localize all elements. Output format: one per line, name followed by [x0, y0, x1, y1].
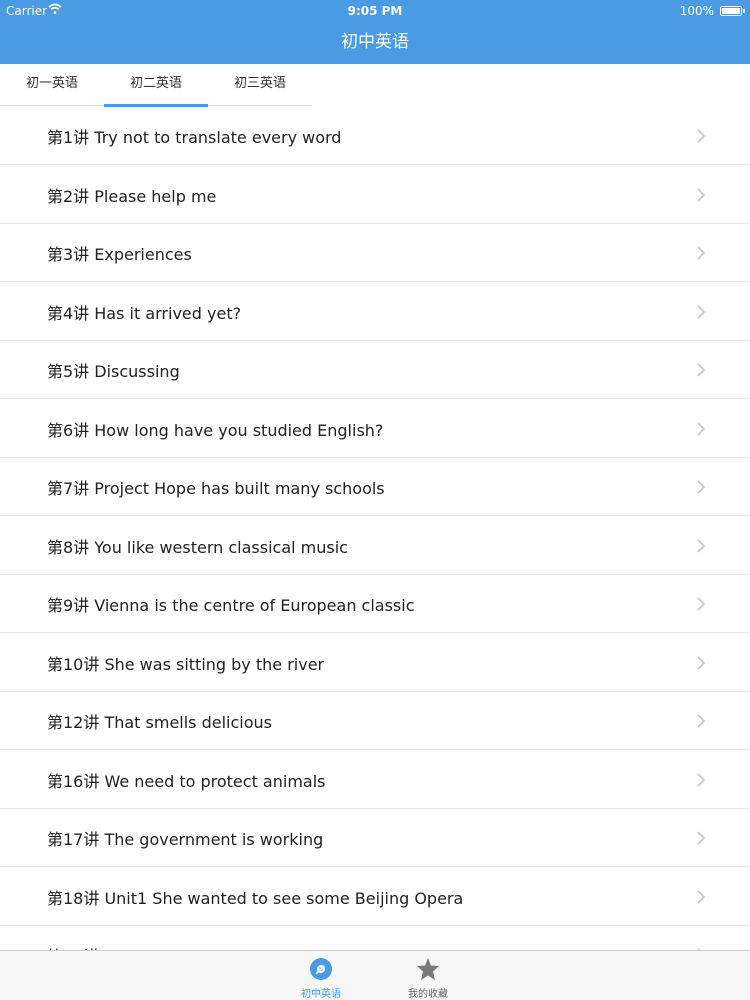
chevron-right-icon [696, 362, 706, 377]
lesson-title: 第6讲 How long have you studied English? [47, 420, 384, 440]
tab-grade-3[interactable]: 初三英语 [208, 64, 312, 106]
lesson-title: 第19讲 It took a long time to clean up [47, 943, 346, 950]
lesson-row[interactable]: 第5讲 Discussing [0, 341, 750, 399]
chevron-right-icon [696, 421, 706, 436]
chevron-right-icon [696, 772, 706, 787]
chevron-right-icon [696, 479, 706, 494]
chevron-right-icon [696, 713, 706, 728]
lesson-row[interactable]: 第7讲 Project Hope has built many schools [0, 458, 750, 516]
chevron-right-icon [696, 538, 706, 553]
battery-icon [720, 6, 745, 16]
chevron-right-icon [696, 187, 706, 202]
chevron-right-icon [696, 245, 706, 260]
lesson-title: 第1讲 Try not to translate every word [47, 128, 342, 147]
lesson-title: 第2讲 Please help me [47, 186, 217, 206]
lesson-row[interactable]: 第12讲 That smells delicious [0, 692, 750, 750]
lesson-row[interactable]: 第17讲 The government is working [0, 809, 750, 867]
chevron-right-icon [696, 655, 706, 670]
lesson-title: 第7讲 Project Hope has built many schools [47, 479, 385, 498]
battery-percentage: 100% [679, 4, 714, 18]
page-title: 初中英语 [341, 32, 409, 52]
tab-favorites-label: 我的收藏 [408, 989, 448, 1000]
lesson-row[interactable]: 第4讲 Has it arrived yet? [0, 283, 750, 341]
clock: 9:05 PM [347, 4, 403, 18]
lesson-row[interactable]: 第2讲 Please help me [0, 166, 750, 224]
lesson-row[interactable]: 第8讲 You like western classical music [0, 517, 750, 575]
lesson-row[interactable]: 第10讲 She was sitting by the river [0, 634, 750, 692]
lesson-title: 第8讲 You like western classical music [47, 537, 348, 557]
lesson-title: 第10讲 She was sitting by the river [47, 654, 325, 674]
tab-favorites[interactable]: 我的收藏 [388, 951, 468, 1000]
chevron-right-icon [696, 830, 706, 845]
star-icon [416, 957, 440, 981]
lesson-row[interactable]: 第18讲 Unit1 She wanted to see some Beijin… [0, 868, 750, 926]
lesson-title: 第3讲 Experiences [47, 245, 192, 264]
tab-grade-1[interactable]: 初一英语 [0, 64, 104, 106]
lesson-title: 第5讲 Discussing [47, 362, 180, 381]
lesson-title: 第17讲 The government is working [47, 830, 324, 849]
lesson-row[interactable]: 第6讲 How long have you studied English? [0, 400, 750, 458]
tab-grade-2[interactable]: 初二英语 [104, 64, 208, 107]
lesson-title: 第9讲 Vienna is the centre of European cla… [47, 596, 415, 615]
navigation-bar: 初中英语 [0, 22, 750, 64]
lesson-title: 第12讲 That smells delicious [47, 713, 273, 732]
tab-courses-label: 初中英语 [301, 989, 341, 1000]
lesson-title: 第18讲 Unit1 She wanted to see some Beijin… [47, 888, 464, 908]
lesson-row[interactable]: 第16讲 We need to protect animals [0, 751, 750, 809]
status-bar: Carrier 9:05 PM 100% [0, 0, 750, 22]
chevron-right-icon [696, 596, 706, 611]
chevron-right-icon [696, 304, 706, 319]
lesson-list[interactable]: 第1讲 Try not to translate every word 第2讲 P… [0, 107, 750, 950]
lesson-row[interactable]: 第9讲 Vienna is the centre of European cla… [0, 575, 750, 633]
grade-tabs: 初一英语 初二英语 初三英语 [0, 64, 312, 107]
lesson-row[interactable]: 第1讲 Try not to translate every word [0, 107, 750, 165]
lesson-row[interactable]: 第19讲 It took a long time to clean up [0, 926, 750, 950]
disc-icon [309, 957, 333, 981]
tab-courses[interactable]: 初中英语 [281, 951, 361, 1000]
chevron-right-icon [696, 128, 706, 143]
lesson-row[interactable]: 第3讲 Experiences [0, 224, 750, 282]
bottom-tab-bar: 初中英语 我的收藏 [0, 950, 750, 1000]
lesson-title: 第4讲 Has it arrived yet? [47, 303, 242, 323]
lesson-title: 第16讲 We need to protect animals [47, 771, 326, 791]
chevron-right-icon [696, 889, 706, 904]
